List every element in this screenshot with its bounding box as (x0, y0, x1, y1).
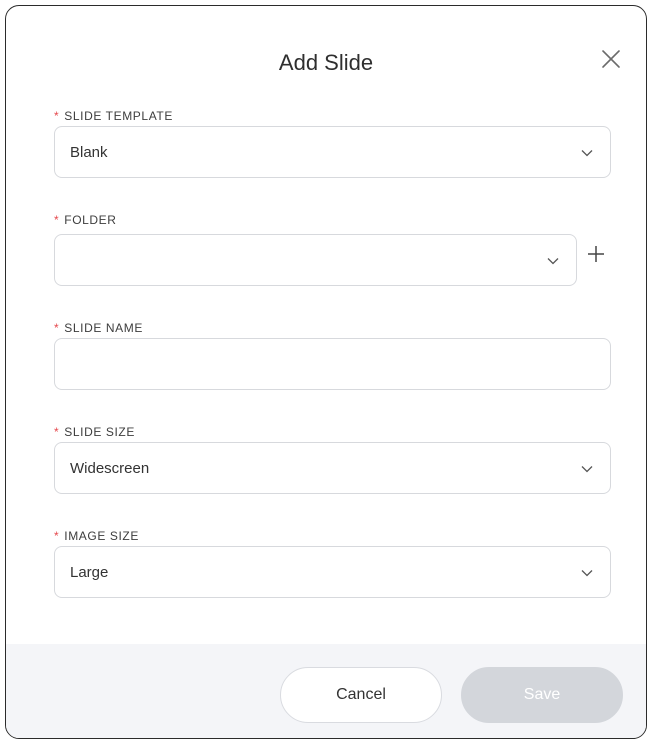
plus-icon (588, 246, 604, 262)
add-folder-button[interactable] (586, 244, 606, 264)
slide-template-label-text: SLIDE TEMPLATE (64, 109, 173, 123)
save-button[interactable]: Save (461, 667, 623, 723)
image-size-value: Large (70, 564, 109, 581)
chevron-down-icon (547, 257, 559, 265)
folder-label-text: FOLDER (64, 213, 117, 227)
close-icon (602, 50, 620, 68)
required-mark: * (54, 529, 60, 543)
required-mark: * (54, 109, 60, 123)
image-size-select[interactable]: Large (54, 546, 611, 598)
slide-name-field (54, 338, 611, 390)
chevron-down-icon (581, 569, 593, 577)
slide-template-value: Blank (70, 144, 108, 161)
slide-size-label-text: SLIDE SIZE (64, 425, 135, 439)
slide-template-select[interactable]: Blank (54, 126, 611, 178)
dialog-title: Add Slide (278, 50, 374, 75)
dialog-footer: Cancel Save (6, 644, 646, 738)
chevron-down-icon (581, 465, 593, 473)
slide-size-value: Widescreen (70, 460, 150, 477)
add-slide-dialog: Add Slide * SLIDE TEMPLATE Blank * FOLDER … (5, 5, 647, 739)
image-size-label-text: IMAGE SIZE (64, 529, 139, 543)
slide-name-label: * SLIDE NAME (54, 321, 143, 335)
cancel-button[interactable]: Cancel (280, 667, 442, 723)
image-size-label: * IMAGE SIZE (54, 529, 139, 543)
required-mark: * (54, 425, 60, 439)
folder-select[interactable] (54, 234, 577, 286)
chevron-down-icon (581, 149, 593, 157)
slide-size-select[interactable]: Widescreen (54, 442, 611, 494)
required-mark: * (54, 321, 60, 335)
folder-label: * FOLDER (54, 213, 117, 227)
slide-name-label-text: SLIDE NAME (64, 321, 143, 335)
required-mark: * (54, 213, 60, 227)
slide-name-input[interactable] (55, 339, 610, 389)
close-button[interactable] (600, 48, 622, 70)
slide-size-label: * SLIDE SIZE (54, 425, 135, 439)
slide-template-label: * SLIDE TEMPLATE (54, 109, 173, 123)
